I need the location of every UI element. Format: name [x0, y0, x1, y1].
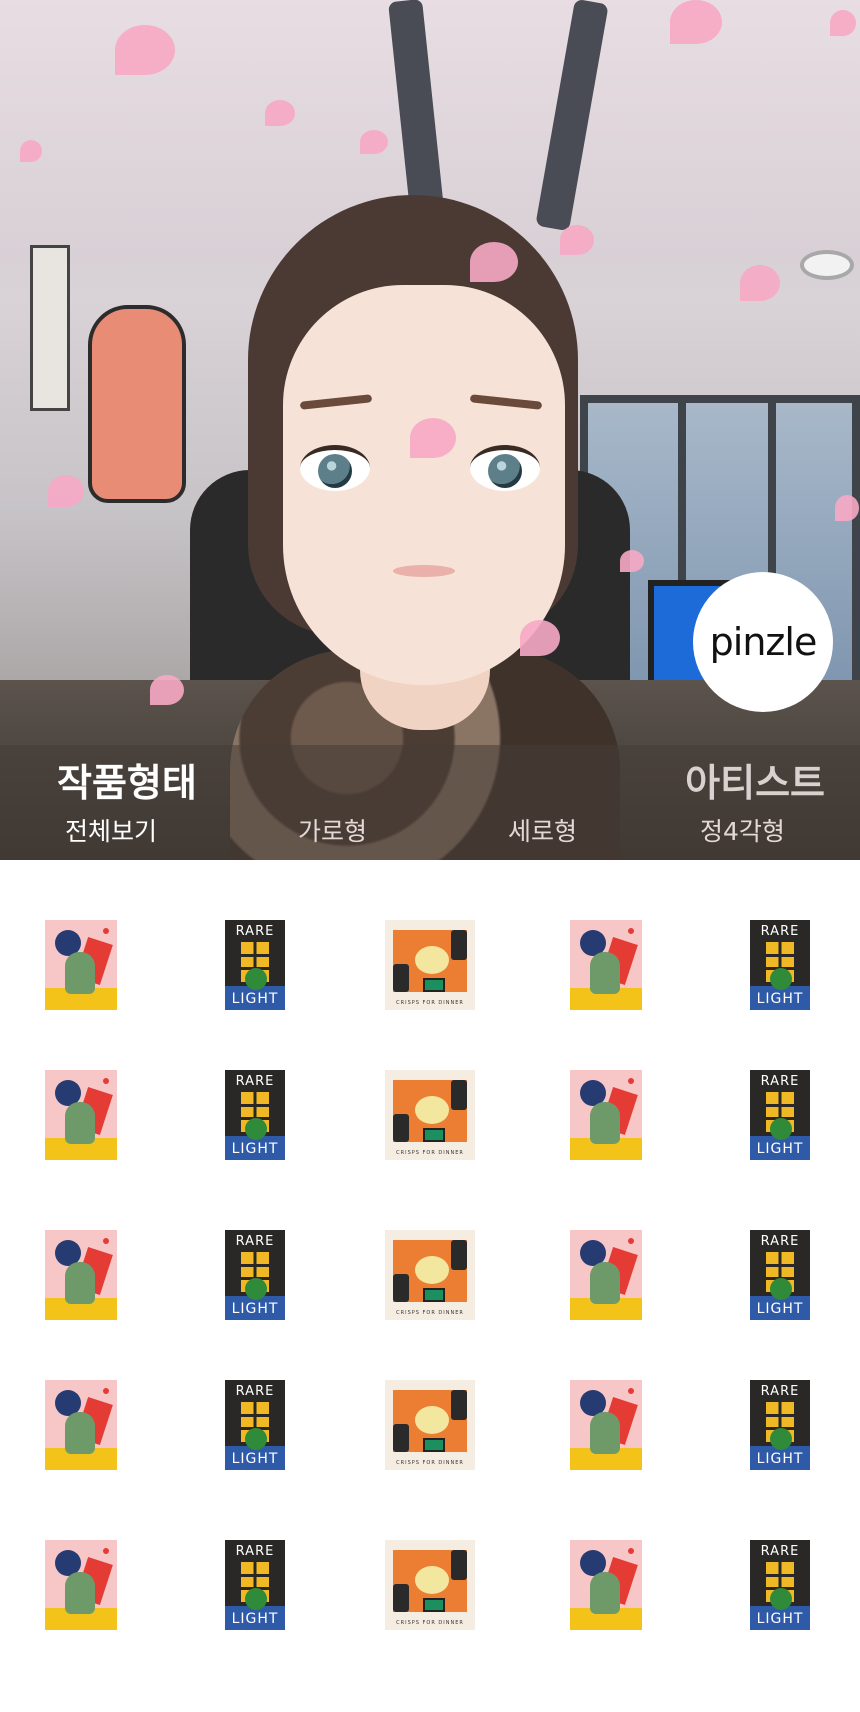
artwork-title-bottom: LIGHT: [231, 1451, 279, 1467]
artwork-title-bottom: LIGHT: [756, 1141, 804, 1157]
artwork-crisps-for-dinner[interactable]: CRISPS FOR DINNER: [385, 920, 475, 1010]
artwork-title-top: RARE: [235, 1384, 275, 1399]
artwork-caption: CRISPS FOR DINNER: [396, 1310, 464, 1316]
tab-portrait[interactable]: 세로형: [508, 812, 577, 848]
petal: [470, 242, 518, 282]
artwork-rare-light[interactable]: RARE LIGHT: [225, 1070, 285, 1160]
artwork-title-bottom: LIGHT: [756, 1301, 804, 1317]
artwork-rare-light[interactable]: RARE LIGHT: [225, 1380, 285, 1470]
tab-all[interactable]: 전체보기: [65, 812, 157, 848]
artwork-title-bottom: LIGHT: [231, 1611, 279, 1627]
artwork-title-bottom: LIGHT: [231, 1141, 279, 1157]
wall-scroll: [30, 245, 70, 411]
artwork-pink-abstract[interactable]: [45, 920, 117, 1010]
artwork-title-top: RARE: [235, 1074, 275, 1089]
character-mouth: [393, 565, 455, 577]
artwork-title-bottom: LIGHT: [231, 1301, 279, 1317]
petal: [150, 675, 184, 705]
right-eye: [470, 445, 540, 491]
artwork-title-bottom: LIGHT: [756, 1611, 804, 1627]
petal: [115, 25, 175, 75]
artwork-pink-abstract[interactable]: [570, 1540, 642, 1630]
artwork-rare-light[interactable]: RARE LIGHT: [750, 1380, 810, 1470]
artwork-pink-abstract[interactable]: [45, 1070, 117, 1160]
artwork-pink-abstract[interactable]: [570, 1380, 642, 1470]
tab-landscape[interactable]: 가로형: [298, 812, 367, 848]
hero-banner: [0, 0, 860, 860]
filter-title: 작품형태: [57, 761, 197, 805]
artwork-title-bottom: LIGHT: [756, 991, 804, 1007]
artwork-rare-light[interactable]: RARE LIGHT: [750, 1230, 810, 1320]
artwork-crisps-for-dinner[interactable]: CRISPS FOR DINNER: [385, 1540, 475, 1630]
petal: [360, 130, 388, 154]
artwork-rare-light[interactable]: RARE LIGHT: [750, 1540, 810, 1630]
artwork-title-top: RARE: [235, 1544, 275, 1559]
artwork-caption: CRISPS FOR DINNER: [396, 1000, 464, 1006]
artwork-rare-light[interactable]: RARE LIGHT: [225, 920, 285, 1010]
artwork-title-top: RARE: [235, 1234, 275, 1249]
artwork-title-top: RARE: [235, 924, 275, 939]
petal: [670, 0, 722, 44]
pinzle-logo[interactable]: pinzle: [693, 572, 833, 712]
artwork-pink-abstract[interactable]: [45, 1380, 117, 1470]
petal: [20, 140, 42, 162]
petal: [265, 100, 295, 126]
artwork-pink-abstract[interactable]: [570, 1230, 642, 1320]
artwork-rare-light[interactable]: RARE LIGHT: [750, 920, 810, 1010]
left-eye: [300, 445, 370, 491]
ceiling-light: [800, 250, 854, 280]
artwork-crisps-for-dinner[interactable]: CRISPS FOR DINNER: [385, 1070, 475, 1160]
artwork-title-top: RARE: [760, 1544, 800, 1559]
artwork-crisps-for-dinner[interactable]: CRISPS FOR DINNER: [385, 1230, 475, 1320]
petal: [620, 550, 644, 572]
artwork-caption: CRISPS FOR DINNER: [396, 1150, 464, 1156]
petal: [48, 475, 84, 507]
artwork-title-top: RARE: [760, 1074, 800, 1089]
artwork-crisps-for-dinner[interactable]: CRISPS FOR DINNER: [385, 1380, 475, 1470]
petal: [740, 265, 780, 301]
petal: [410, 418, 456, 458]
petal: [560, 225, 594, 255]
artist-link[interactable]: 아티스트: [685, 752, 825, 807]
artwork-title-top: RARE: [760, 1384, 800, 1399]
hanging-bag: [88, 305, 186, 503]
petal: [830, 10, 856, 36]
artwork-pink-abstract[interactable]: [45, 1230, 117, 1320]
artwork-pink-abstract[interactable]: [570, 920, 642, 1010]
artwork-rare-light[interactable]: RARE LIGHT: [225, 1540, 285, 1630]
artwork-rare-light[interactable]: RARE LIGHT: [750, 1070, 810, 1160]
artwork-title-bottom: LIGHT: [756, 1451, 804, 1467]
tab-square[interactable]: 정4각형: [700, 812, 785, 848]
petal: [520, 620, 560, 656]
artwork-rare-light[interactable]: RARE LIGHT: [225, 1230, 285, 1320]
logo-text: pinzle: [709, 620, 818, 664]
artwork-title-bottom: LIGHT: [231, 991, 279, 1007]
petal: [835, 495, 859, 521]
artwork-caption: CRISPS FOR DINNER: [396, 1460, 464, 1466]
artwork-pink-abstract[interactable]: [45, 1540, 117, 1630]
artwork-caption: CRISPS FOR DINNER: [396, 1620, 464, 1626]
artwork-pink-abstract[interactable]: [570, 1070, 642, 1160]
artwork-title-top: RARE: [760, 924, 800, 939]
artwork-title-top: RARE: [760, 1234, 800, 1249]
